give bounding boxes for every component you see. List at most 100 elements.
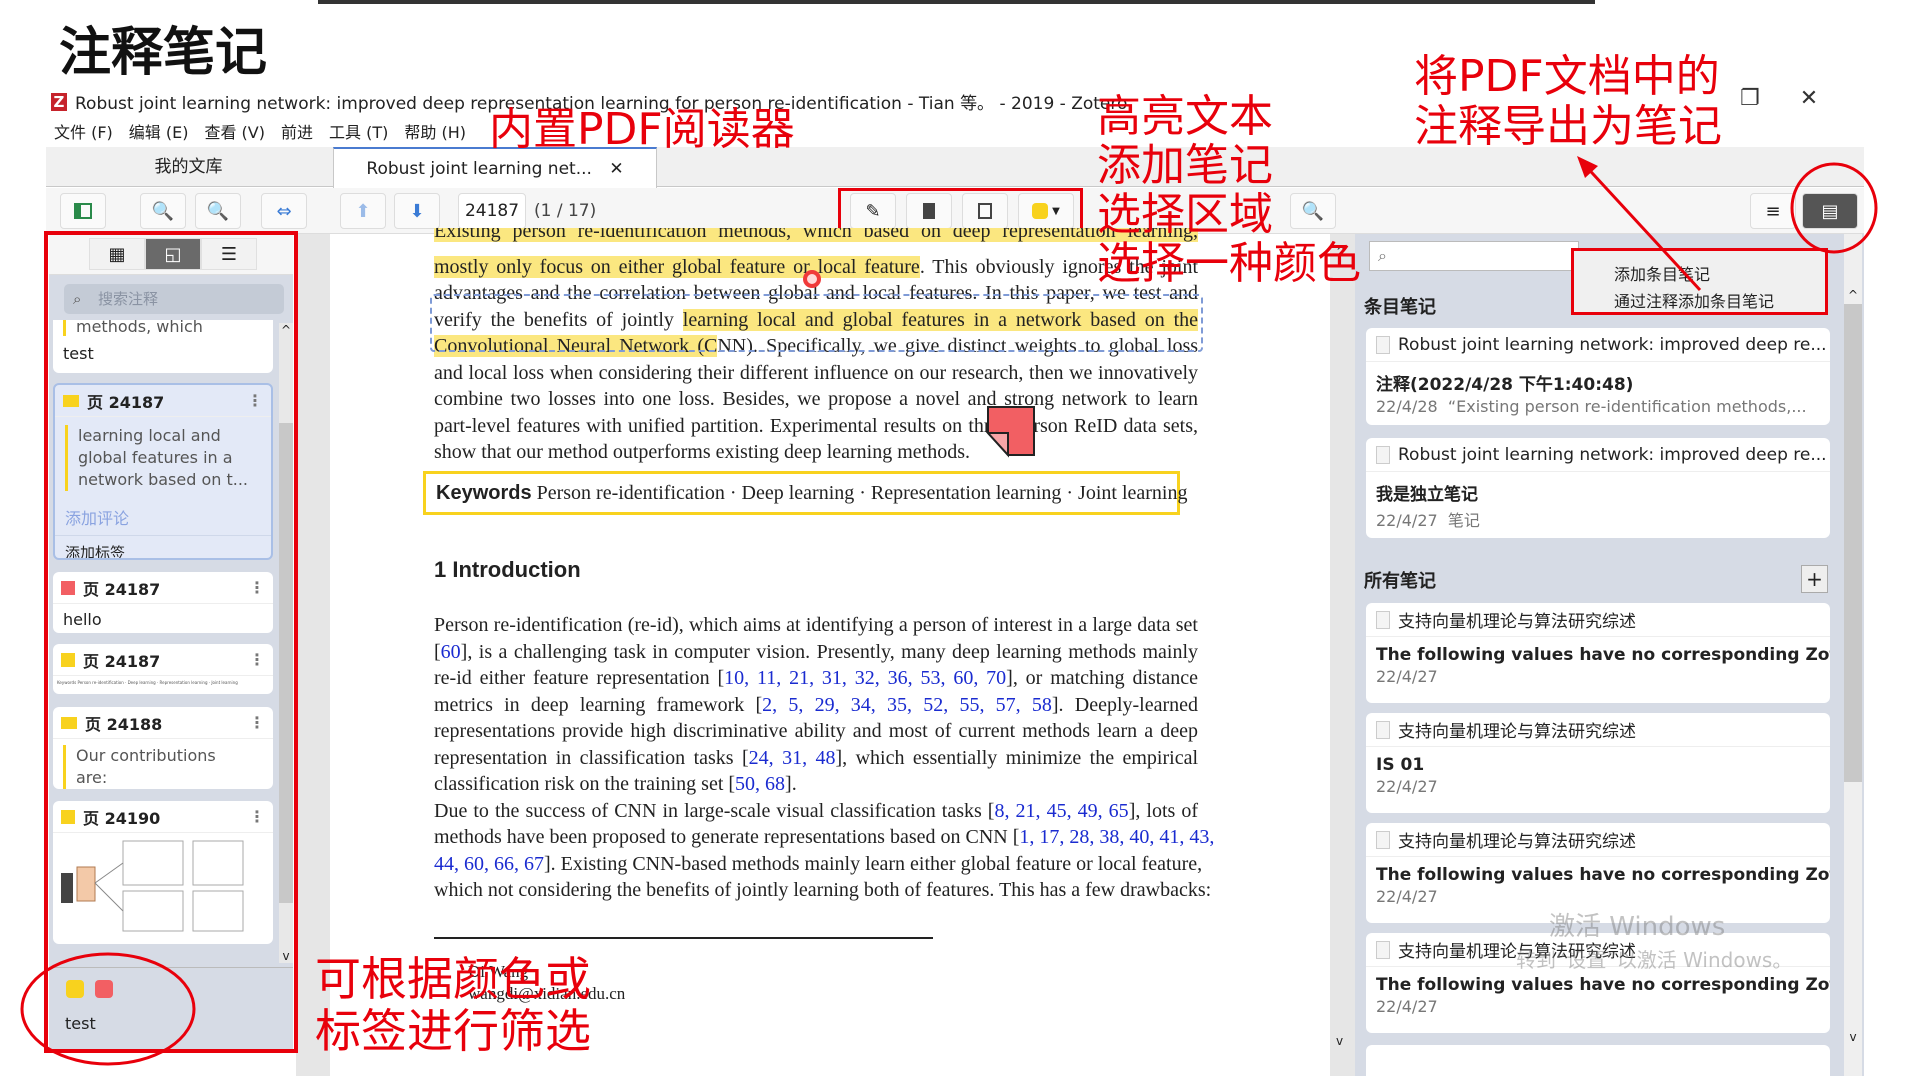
notes-panel-button[interactable]: ▤ bbox=[1802, 193, 1858, 229]
scroll-up-icon[interactable]: ^ bbox=[279, 323, 293, 337]
next-page-button[interactable]: ⬇ bbox=[394, 193, 440, 229]
scroll-up-icon[interactable]: ^ bbox=[1844, 288, 1862, 302]
note-tool-button[interactable] bbox=[906, 193, 952, 229]
highlight-tool-button[interactable]: ✎ bbox=[850, 193, 896, 229]
area-icon bbox=[61, 809, 75, 824]
note-icon bbox=[923, 203, 935, 219]
citation-link[interactable]: 44, 60, 66, 67 bbox=[434, 853, 544, 875]
menu-edit[interactable]: 编辑 (E) bbox=[129, 119, 189, 143]
tab-my-library[interactable]: 我的文库 bbox=[46, 147, 331, 187]
color-picker-button[interactable]: ▼ bbox=[1018, 193, 1074, 229]
annotation-page: 页 24187 bbox=[83, 579, 161, 599]
annotation-page: 页 24190 bbox=[83, 808, 161, 828]
toggle-sidebar-button[interactable] bbox=[60, 193, 106, 229]
citation-link[interactable]: 2, 5, 29, 34, 35, 52, 55, 57, 58 bbox=[762, 694, 1052, 716]
label-line: 注释导出为笔记 bbox=[1414, 101, 1722, 152]
list-icon: ☰ bbox=[220, 243, 238, 265]
menu-tools[interactable]: 工具 (T) bbox=[329, 119, 388, 143]
scroll-thumb[interactable] bbox=[1844, 304, 1862, 782]
abstract-line: Existing person re-identification method… bbox=[434, 228, 1198, 242]
label-line: 标签进行筛选 bbox=[315, 1004, 591, 1058]
scroll-thumb[interactable] bbox=[279, 423, 293, 903]
more-icon[interactable]: ⋮ bbox=[247, 391, 263, 410]
note-card-partial[interactable] bbox=[1366, 1045, 1830, 1085]
area-tool-button[interactable] bbox=[962, 193, 1008, 229]
annotation-card[interactable]: 页 24187 ⋮ hello bbox=[53, 572, 273, 633]
search-icon: ⌕ bbox=[73, 290, 82, 308]
annotation-card[interactable]: methods, which test bbox=[53, 320, 273, 373]
text-segment: show that our method outperforms existin… bbox=[434, 441, 971, 463]
sticky-note-icon[interactable] bbox=[986, 405, 1038, 459]
outline-view-button[interactable]: ☰ bbox=[201, 238, 257, 270]
citation-link[interactable]: 10, 11, 21, 31, 32, 36, 53, 60, 70 bbox=[724, 667, 1006, 689]
annotation-card[interactable]: 页 24187 ⋮ Keywords Person re-identificati… bbox=[53, 644, 273, 694]
note-card[interactable]: 支持向量机理论与算法研究综述 IS 01 22/4/27 bbox=[1366, 713, 1830, 813]
citation-link[interactable]: 8, 21, 45, 49, 65 bbox=[994, 800, 1128, 822]
more-icon[interactable]: ⋮ bbox=[249, 807, 265, 826]
menu-add-note-from-annotations[interactable]: 通过注释添加条目笔记 bbox=[1614, 288, 1774, 312]
keywords-box: Keywords Person re-identification · Deep… bbox=[423, 471, 1187, 515]
menu-file[interactable]: 文件 (F) bbox=[54, 119, 113, 143]
citation-link[interactable]: 50, 68 bbox=[735, 773, 785, 795]
add-note-button[interactable]: + bbox=[1801, 565, 1828, 593]
fit-width-button[interactable]: ⇔ bbox=[261, 193, 307, 229]
zoom-out-button[interactable]: 🔍 bbox=[140, 193, 186, 229]
document-icon bbox=[1376, 830, 1390, 849]
annotation-card[interactable]: 页 24188 ⋮ Our contributions are: bbox=[53, 707, 273, 789]
more-icon[interactable]: ⋮ bbox=[249, 650, 265, 669]
annotation-filter: test bbox=[49, 967, 293, 1051]
add-comment-field[interactable]: 添加评论 bbox=[55, 499, 271, 535]
note-icon bbox=[61, 580, 75, 595]
sidebar-scrollbar[interactable]: ^ v bbox=[279, 323, 293, 963]
page-number-input[interactable]: 24187 bbox=[458, 193, 526, 229]
annotation-page: 页 24187 bbox=[83, 651, 161, 671]
label-line: 高亮文本 bbox=[1097, 91, 1273, 142]
note-preview: 笔记 bbox=[1447, 511, 1480, 530]
note-meta: 22/4/27 笔记 bbox=[1366, 507, 1830, 538]
citation-link[interactable]: 1, 17, 28, 38, 40, 41, 43, bbox=[1019, 826, 1214, 848]
menu-forward[interactable]: 前进 bbox=[281, 119, 313, 143]
note-card[interactable]: Robust joint learning network: improved … bbox=[1366, 328, 1830, 425]
annotations-view-button[interactable]: ◱ bbox=[145, 238, 201, 270]
pdf-scroll-down-icon[interactable]: v bbox=[1336, 1034, 1343, 1048]
note-title: The following values have no correspondi… bbox=[1376, 865, 1830, 885]
note-card[interactable]: 支持向量机理论与算法研究综述 The following values have … bbox=[1366, 603, 1830, 703]
outline-button[interactable]: ≡ bbox=[1750, 193, 1796, 229]
citation-link[interactable]: 60 bbox=[441, 641, 461, 663]
filter-color-red[interactable] bbox=[95, 980, 113, 998]
scroll-down-icon[interactable]: v bbox=[279, 949, 293, 963]
menu-view[interactable]: 查看 (V) bbox=[204, 119, 265, 143]
keywords-label: Keywords bbox=[436, 482, 532, 504]
annotation-card-selected[interactable]: 页 24187 ⋮ learning local and global featu… bbox=[53, 383, 273, 560]
previous-page-button[interactable]: ⬆ bbox=[340, 193, 386, 229]
filter-tag[interactable]: test bbox=[65, 1014, 96, 1033]
thumbnails-view-button[interactable]: ▦ bbox=[89, 238, 145, 270]
more-icon[interactable]: ⋮ bbox=[249, 713, 265, 732]
text-segment: methods have been proposed to generate r… bbox=[434, 826, 1020, 848]
item-notes-heading: 条目笔记 bbox=[1364, 297, 1436, 318]
notepad-icon: ▤ bbox=[1821, 200, 1839, 222]
filter-color-yellow[interactable] bbox=[66, 980, 84, 998]
annotation-card[interactable]: 页 24190 ⋮ bbox=[53, 801, 273, 944]
menu-help[interactable]: 帮助 (H) bbox=[404, 119, 466, 143]
abstract-line: show that our method outperforms existin… bbox=[434, 440, 1198, 464]
note-date: 22/4/27 bbox=[1376, 511, 1438, 530]
notes-search-input[interactable]: ⌕ bbox=[1369, 241, 1579, 271]
footnote-rule bbox=[434, 937, 933, 939]
annotation-search-input[interactable]: ⌕ 搜索注释 bbox=[64, 284, 284, 314]
label-line: 可根据颜色或 bbox=[315, 952, 591, 1006]
note-title: 我是独立笔记 bbox=[1376, 485, 1478, 505]
tab-close-icon[interactable]: ✕ bbox=[609, 159, 623, 179]
citation-link[interactable]: 24, 31, 48 bbox=[749, 747, 836, 769]
note-title: 注释(2022/4/28 下午1:40:48) bbox=[1376, 375, 1634, 395]
abstract-line: and local loss when considering their di… bbox=[434, 361, 1198, 385]
close-icon[interactable]: ✕ bbox=[1800, 86, 1818, 111]
note-card[interactable]: Robust joint learning network: improved … bbox=[1366, 438, 1830, 538]
scroll-down-icon[interactable]: v bbox=[1844, 1030, 1862, 1044]
zoom-in-button[interactable]: 🔍 bbox=[195, 193, 241, 229]
add-tag-button[interactable]: 添加标签 bbox=[55, 535, 271, 558]
menu-add-item-note[interactable]: 添加条目笔记 bbox=[1614, 261, 1710, 285]
more-icon[interactable]: ⋮ bbox=[249, 578, 265, 597]
restore-icon[interactable]: ❐ bbox=[1740, 86, 1760, 111]
notes-scrollbar[interactable]: ^ v bbox=[1844, 234, 1862, 1076]
